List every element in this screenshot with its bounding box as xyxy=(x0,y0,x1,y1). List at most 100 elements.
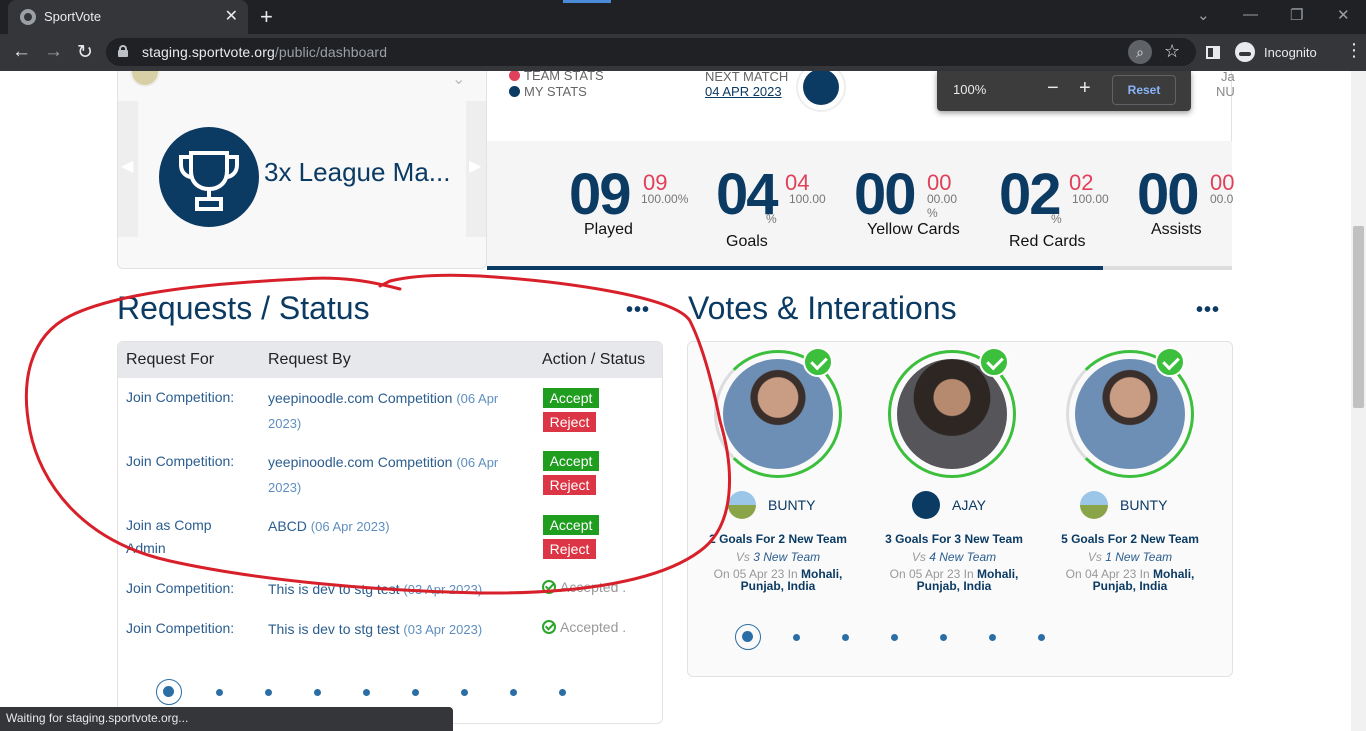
page-dot[interactable] xyxy=(461,689,468,696)
page-dot-active[interactable] xyxy=(735,624,761,650)
tab-indicator xyxy=(563,0,611,3)
reject-button[interactable]: Reject xyxy=(543,539,596,559)
request-for[interactable]: Join Competition: xyxy=(126,386,246,409)
accept-button[interactable]: Accept xyxy=(543,515,599,535)
stat-percent: 00.00 % xyxy=(927,192,958,220)
dashboard-page: ⌄ ◀ ▶ 3x League Ma... TEAM STATS MY STAT… xyxy=(0,71,1351,731)
carousel-prev[interactable]: ◀ xyxy=(118,101,138,237)
reject-button[interactable]: Reject xyxy=(543,412,596,432)
back-arrow-icon[interactable]: ← xyxy=(12,41,31,63)
page-dot[interactable] xyxy=(793,634,800,641)
next-match-date[interactable]: 04 APR 2023 xyxy=(705,84,782,99)
team-badge xyxy=(728,491,756,519)
voter-name: BUNTY xyxy=(768,497,816,513)
page-dot[interactable] xyxy=(842,634,849,641)
globe-icon xyxy=(20,9,36,25)
kebab-menu-icon[interactable]: ⋮ xyxy=(1345,40,1363,61)
page-dot[interactable] xyxy=(216,689,223,696)
vote-opponent: Vs 1 New Team xyxy=(1087,550,1173,564)
votes-more-button[interactable]: ••• xyxy=(1196,299,1220,322)
zoom-out-button[interactable]: − xyxy=(1047,77,1059,100)
chevron-down-icon[interactable]: ⌄ xyxy=(1197,6,1210,24)
requests-table: Request For Request By Action / Status J… xyxy=(117,341,663,724)
achievement-title: 3x League Ma... xyxy=(264,157,451,187)
stat-percent: 100.00% xyxy=(641,192,689,206)
legend-team-stats[interactable]: TEAM STATS xyxy=(509,71,604,83)
stat-label: Played xyxy=(584,221,633,238)
check-icon xyxy=(803,347,833,377)
star-icon[interactable]: ☆ xyxy=(1164,41,1180,62)
stat-label: Red Cards xyxy=(1009,233,1086,250)
check-icon xyxy=(979,347,1009,377)
zoom-level: 100% xyxy=(953,82,987,97)
stat-label: Goals xyxy=(726,233,768,250)
request-by[interactable]: yeepinoodle.com Competition (06 Apr 2023… xyxy=(268,450,518,500)
progress-fill xyxy=(487,266,1104,270)
stat-percent-sign: % xyxy=(1051,212,1062,226)
check-icon xyxy=(542,620,556,634)
accept-button[interactable]: Accept xyxy=(543,451,599,471)
stat-percent: 100.00 xyxy=(789,192,826,206)
reject-button[interactable]: Reject xyxy=(543,475,596,495)
header-request-for: Request For xyxy=(126,351,215,368)
page-dot-active[interactable] xyxy=(156,679,182,705)
reload-icon[interactable]: ↻ xyxy=(77,41,93,64)
page-dot[interactable] xyxy=(891,634,898,641)
request-by[interactable]: ABCD (06 Apr 2023) xyxy=(268,514,518,539)
request-for[interactable]: Join Competition: xyxy=(126,617,246,640)
stat-label: Yellow Cards xyxy=(867,221,960,238)
requests-more-button[interactable]: ••• xyxy=(626,299,650,322)
incognito-icon xyxy=(1235,42,1255,62)
legend-my-stats[interactable]: MY STATS xyxy=(509,84,587,99)
team-badge xyxy=(1080,491,1108,519)
corner-text-bottom: NU xyxy=(1216,84,1235,99)
forward-arrow-icon[interactable]: → xyxy=(44,41,63,63)
lock-icon[interactable] xyxy=(118,45,128,57)
page-dot[interactable] xyxy=(265,689,272,696)
page-dot[interactable] xyxy=(412,689,419,696)
vote-location: On 05 Apr 23 In Mohali, Punjab, India xyxy=(889,567,1019,593)
zoom-reset-button[interactable]: Reset xyxy=(1112,75,1176,105)
url-text[interactable]: staging.sportvote.org/public/dashboard xyxy=(142,44,387,60)
request-by[interactable]: yeepinoodle.com Competition (06 Apr 2023… xyxy=(268,386,518,436)
zoom-in-button[interactable]: + xyxy=(1079,77,1091,100)
status-accepted: Accepted . xyxy=(542,619,626,635)
zoom-icon[interactable]: ⌕ xyxy=(1128,40,1152,64)
address-bar[interactable]: staging.sportvote.org/public/dashboard ⌕… xyxy=(106,38,1196,66)
request-for[interactable]: Join Competition: xyxy=(126,577,246,600)
plus-icon[interactable]: + xyxy=(260,4,273,30)
request-for[interactable]: Join Competition: xyxy=(126,450,246,473)
minimize-icon[interactable]: — xyxy=(1243,6,1258,23)
restore-icon[interactable]: ❐ xyxy=(1290,6,1303,24)
header-request-by: Request By xyxy=(268,351,351,368)
request-by[interactable]: This is dev to stg test (03 Apr 2023) xyxy=(268,617,518,642)
page-dot[interactable] xyxy=(363,689,370,696)
chevron-left-icon: ◀ xyxy=(121,158,134,175)
chevron-down-icon[interactable]: ⌄ xyxy=(452,71,465,89)
scrollbar[interactable] xyxy=(1351,71,1366,731)
page-dot[interactable] xyxy=(559,689,566,696)
carousel-next[interactable]: ▶ xyxy=(466,101,486,237)
stat-percent-sign: % xyxy=(766,212,777,226)
profile-label[interactable]: Incognito xyxy=(1264,45,1317,60)
vote-location: On 04 Apr 23 In Mohali, Punjab, India xyxy=(1065,567,1195,593)
vote-summary: 5 Goals For 2 New Team xyxy=(1061,532,1199,546)
page-dot[interactable] xyxy=(510,689,517,696)
request-for[interactable]: Join as Comp Admin xyxy=(126,514,246,560)
next-match-label: NEXT MATCH xyxy=(705,71,789,84)
browser-toolbar: ← → ↻ staging.sportvote.org/public/dashb… xyxy=(0,34,1366,71)
close-icon[interactable]: ✕ xyxy=(225,6,238,26)
scrollbar-thumb[interactable] xyxy=(1353,226,1364,408)
votes-title: Votes & Interations xyxy=(688,290,957,326)
request-by[interactable]: This is dev to stg test (03 Apr 2023) xyxy=(268,577,518,602)
stat-percent: 00.0 xyxy=(1210,192,1234,206)
window-close-icon[interactable]: ✕ xyxy=(1337,6,1350,24)
side-panel-icon[interactable] xyxy=(1206,46,1220,59)
page-dot[interactable] xyxy=(989,634,996,641)
page-dot[interactable] xyxy=(314,689,321,696)
page-dot[interactable] xyxy=(940,634,947,641)
vote-summary: 3 Goals For 3 New Team xyxy=(885,532,1023,546)
accept-button[interactable]: Accept xyxy=(543,388,599,408)
page-dot[interactable] xyxy=(1038,634,1045,641)
browser-tab[interactable]: SportVote ✕ xyxy=(8,0,248,34)
